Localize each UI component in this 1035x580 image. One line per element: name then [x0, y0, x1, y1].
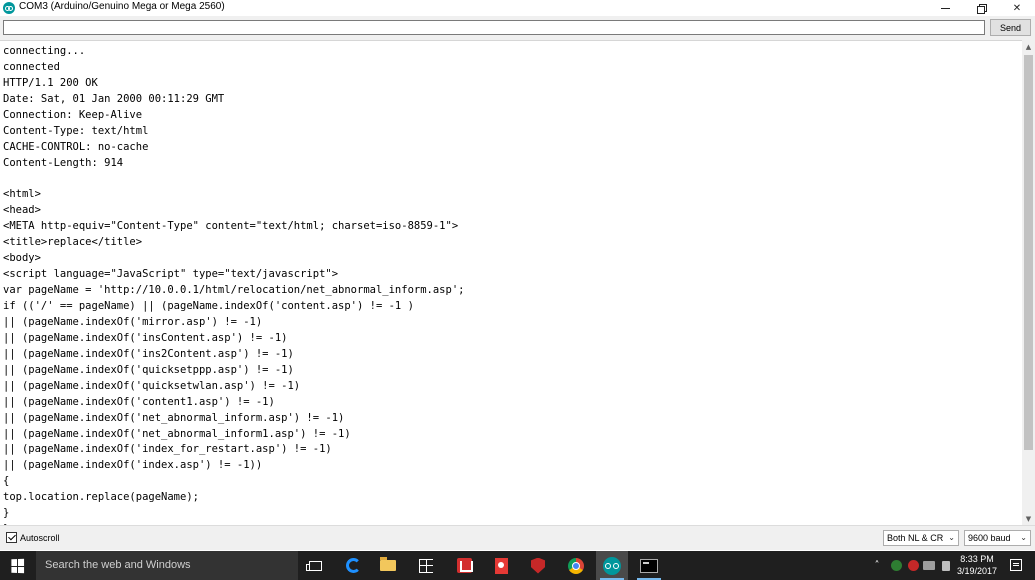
serial-output-line: var pageName = 'http://10.0.0.1/html/rel… [3, 284, 465, 297]
task-view-icon [305, 560, 322, 571]
pdf-icon [494, 557, 508, 574]
autoscroll-label: Autoscroll [20, 532, 60, 543]
serial-output-line: top.location.replace(pageName); [3, 491, 199, 504]
serial-output-line: <script language="JavaScript" type="text… [3, 268, 339, 281]
start-button[interactable] [0, 551, 36, 580]
serial-output-line: connected [3, 60, 60, 73]
serial-input-row: Send [0, 16, 1035, 40]
chrome-button[interactable] [560, 551, 592, 580]
serial-output-line: || (pageName.indexOf('content1.asp') != … [3, 395, 275, 408]
serial-output-line: <title>replace</title> [3, 236, 143, 249]
taskbar-search-box[interactable]: Search the web and Windows [36, 551, 298, 580]
title-bar: COM3 (Arduino/Genuino Mega or Mega 2560)… [0, 0, 1035, 16]
arduino-icon [603, 556, 621, 575]
arduino-taskbar-button[interactable] [596, 551, 628, 580]
serial-output-line: || (pageName.indexOf('mirror.asp') != -1… [3, 315, 263, 328]
serial-output-line: Date: Sat, 01 Jan 2000 00:11:29 GMT [3, 92, 225, 105]
red-app-button[interactable] [448, 551, 480, 580]
serial-output-line: connecting... [3, 45, 86, 57]
serial-output-line: } [3, 507, 10, 520]
action-center-icon[interactable] [1010, 559, 1022, 571]
serial-output-line: Connection: Keep-Alive [3, 108, 143, 121]
baud-rate-select[interactable]: 9600 baud ⌄ [964, 530, 1031, 546]
network-icon [923, 561, 935, 570]
status-bar: Autoscroll Both NL & CR ⌄ 9600 baud ⌄ [0, 525, 1035, 550]
window-title: COM3 (Arduino/Genuino Mega or Mega 2560) [19, 1, 225, 12]
arduino-app-icon [3, 2, 15, 14]
mcafee-button[interactable] [522, 551, 554, 580]
clock-time: 8:33 PM [960, 554, 994, 564]
tray-red-icon [907, 560, 919, 571]
minimize-icon [940, 7, 950, 9]
pdf-app-button[interactable] [485, 551, 517, 580]
minimize-button[interactable] [930, 0, 960, 16]
serial-send-input[interactable] [3, 20, 985, 35]
file-explorer-button[interactable] [372, 551, 404, 580]
autoscroll-checkbox[interactable] [6, 532, 17, 543]
tray-green-icon [890, 560, 902, 571]
serial-output-line: || (pageName.indexOf('net_abnormal_infor… [3, 427, 351, 440]
serial-output-line: <head> [3, 204, 41, 217]
restore-icon [976, 3, 987, 14]
line-ending-select[interactable]: Both NL & CR ⌄ [883, 530, 959, 546]
serial-output-line: || (pageName.indexOf('index_for_restart.… [3, 443, 332, 456]
line-ending-value: Both NL & CR [887, 533, 944, 543]
shield-icon [531, 557, 545, 574]
serial-output-line: <body> [3, 252, 41, 265]
chrome-icon [568, 557, 584, 574]
serial-output-area[interactable]: connecting... connected HTTP/1.1 200 OK Dat… [0, 40, 1022, 525]
serial-output-line: HTTP/1.1 200 OK [3, 76, 98, 89]
send-button[interactable]: Send [990, 19, 1031, 36]
folder-icon [380, 557, 396, 571]
scroll-down-arrow-icon[interactable]: ▼ [1022, 512, 1035, 525]
serial-output-text: connecting... connected HTTP/1.1 200 OK Dat… [3, 44, 464, 525]
autoscroll-toggle[interactable]: Autoscroll [6, 532, 60, 543]
serial-output-line: Content-Length: 914 [3, 156, 124, 169]
chevron-down-icon: ⌄ [948, 533, 955, 542]
windows-logo-icon [11, 558, 25, 573]
serial-output-line: { [3, 475, 10, 488]
tray-volume[interactable] [938, 551, 954, 580]
serial-output-line: Content-Type: text/html [3, 124, 149, 137]
tray-network[interactable] [921, 551, 937, 580]
serial-output-line: if (('/' == pageName) || (pageName.index… [3, 300, 414, 312]
serial-output-line: CACHE-CONTROL: no-cache [3, 140, 149, 153]
store-icon [419, 558, 433, 573]
serial-output-line [3, 172, 464, 188]
edge-browser-button[interactable] [337, 551, 369, 580]
serial-output-line: <html> [3, 188, 41, 201]
serial-output-line: || (pageName.indexOf('index.asp') != -1)… [3, 459, 263, 472]
clock-date: 3/19/2017 [956, 566, 998, 576]
baud-rate-value: 9600 baud [968, 533, 1011, 543]
tray-app-2[interactable] [905, 551, 921, 580]
tray-clock[interactable]: 8:33 PM 3/19/2017 [955, 553, 999, 577]
vertical-scrollbar[interactable]: ▲ ▼ [1022, 40, 1035, 525]
serial-output-line: || (pageName.indexOf('insContent.asp') !… [3, 331, 288, 344]
close-button[interactable]: ✕ [1002, 0, 1032, 16]
serial-output-line: || (pageName.indexOf('quicksetppp.asp') … [3, 363, 294, 376]
windows-taskbar: Search the web and Windows ˄ 8:33 PM 3/1… [0, 551, 1035, 580]
chevron-down-icon: ⌄ [1020, 533, 1027, 542]
serial-output-line: <META http-equiv="Content-Type" content=… [3, 220, 459, 233]
taskbar-search-placeholder: Search the web and Windows [45, 559, 191, 571]
edge-icon [345, 558, 361, 573]
scrollbar-thumb[interactable] [1024, 55, 1033, 450]
tray-app-1[interactable] [888, 551, 904, 580]
volume-icon [942, 560, 950, 571]
restore-button[interactable] [966, 0, 996, 16]
chevron-up-icon: ˄ [874, 560, 880, 571]
serial-output-line: || (pageName.indexOf('quicksetwlan.asp')… [3, 379, 301, 392]
terminal-icon [640, 558, 658, 573]
red-app-icon [456, 558, 473, 573]
serial-output-line: || (pageName.indexOf('net_abnormal_infor… [3, 411, 345, 424]
store-button[interactable] [410, 551, 442, 580]
tray-overflow-button[interactable]: ˄ [870, 551, 884, 580]
serial-output-line: || (pageName.indexOf('ins2Content.asp') … [3, 347, 294, 360]
terminal-taskbar-button[interactable] [633, 551, 665, 580]
scroll-up-arrow-icon[interactable]: ▲ [1022, 40, 1035, 53]
close-icon: ✕ [1012, 2, 1022, 14]
task-view-button[interactable] [299, 551, 331, 580]
